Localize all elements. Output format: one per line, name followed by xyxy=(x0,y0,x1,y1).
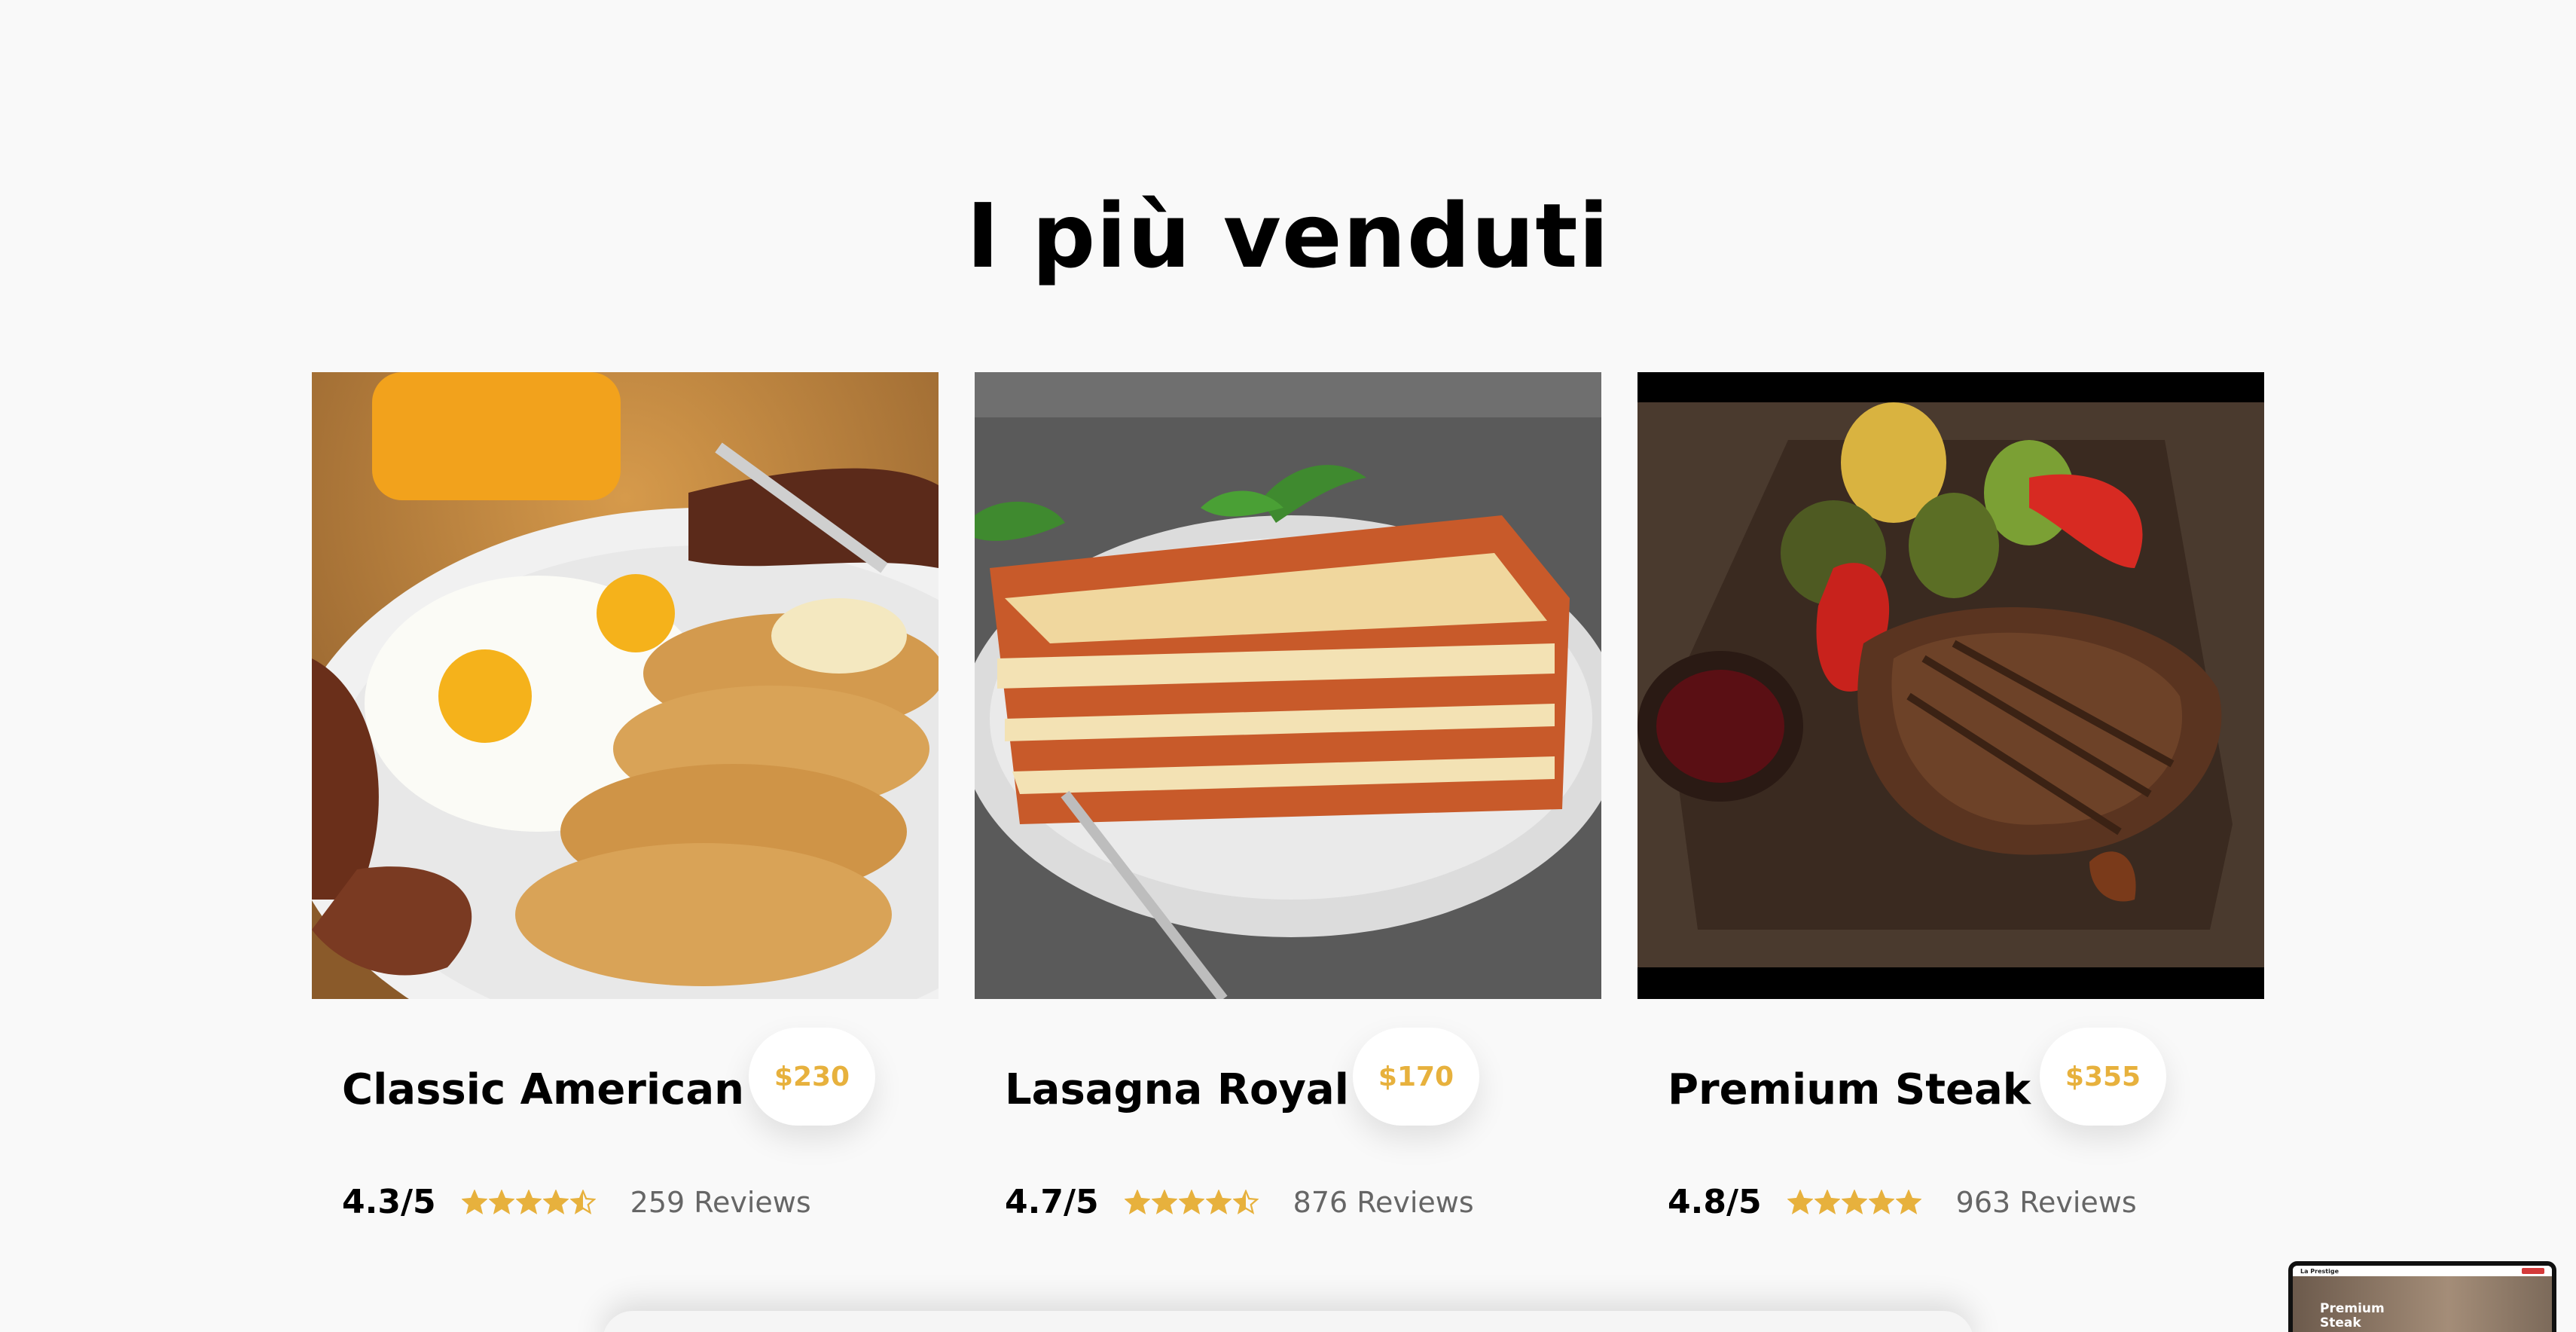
star-icon xyxy=(1787,1189,1813,1214)
half-star-icon xyxy=(569,1189,596,1214)
preview-cta-button xyxy=(2522,1268,2544,1274)
rating-row: 4.3/5 259 Reviews xyxy=(342,1183,811,1221)
preview-hero: Premium Steak xyxy=(2293,1276,2552,1332)
preview-logo: La Prestige xyxy=(2300,1267,2339,1275)
product-card-classic-american[interactable]: Classic American $230 4.3/5 259 Reviews xyxy=(312,372,939,1221)
star-icon xyxy=(1841,1189,1867,1214)
star-icon xyxy=(1895,1189,1921,1214)
product-image[interactable] xyxy=(1637,372,2264,999)
reviews-link[interactable]: 963 Reviews xyxy=(1956,1186,2137,1219)
star-icon xyxy=(542,1189,569,1214)
rating-score: 4.8/5 xyxy=(1668,1183,1762,1221)
star-icon xyxy=(515,1189,542,1214)
reviews-link[interactable]: 259 Reviews xyxy=(630,1186,811,1219)
lasagna-photo xyxy=(975,372,1601,999)
star-icon xyxy=(1124,1189,1150,1214)
star-icon xyxy=(488,1189,514,1214)
page: I più venduti Classic American $230 4.3/… xyxy=(0,0,2576,1332)
next-section-edge xyxy=(603,1311,1973,1332)
product-card-lasagna-royal[interactable]: Lasagna Royal $170 4.7/5 876 Reviews xyxy=(975,372,1601,1221)
star-icon xyxy=(1868,1189,1894,1214)
price-badge: $230 xyxy=(749,1028,875,1126)
price-badge: $355 xyxy=(2040,1028,2166,1126)
breakfast-photo xyxy=(312,372,939,999)
product-name[interactable]: Classic American xyxy=(342,1065,744,1114)
product-name[interactable]: Lasagna Royal xyxy=(1005,1065,1349,1114)
rating-score: 4.3/5 xyxy=(342,1183,436,1221)
price-badge: $170 xyxy=(1353,1028,1479,1126)
rating-row: 4.8/5 963 Reviews xyxy=(1668,1183,2137,1221)
star-rating xyxy=(1787,1189,1923,1215)
star-rating xyxy=(461,1189,597,1215)
rating-score: 4.7/5 xyxy=(1005,1183,1099,1221)
star-icon xyxy=(1814,1189,1840,1214)
star-rating xyxy=(1124,1189,1260,1215)
product-image[interactable] xyxy=(975,372,1601,999)
steak-photo xyxy=(1637,372,2264,999)
reviews-link[interactable]: 876 Reviews xyxy=(1293,1186,1474,1219)
product-image[interactable] xyxy=(312,372,939,999)
star-icon xyxy=(1178,1189,1204,1214)
preview-screen: La Prestige Premium Steak xyxy=(2293,1266,2552,1332)
product-name[interactable]: Premium Steak xyxy=(1668,1065,2031,1114)
preview-navbar: La Prestige xyxy=(2293,1266,2552,1276)
preview-hero-title: Premium Steak xyxy=(2320,1301,2385,1330)
page-preview-thumbnail[interactable]: La Prestige Premium Steak xyxy=(2288,1261,2556,1332)
star-icon xyxy=(461,1189,487,1214)
rating-row: 4.7/5 876 Reviews xyxy=(1005,1183,1474,1221)
section-title: I più venduti xyxy=(966,184,1610,288)
half-star-icon xyxy=(1232,1189,1259,1214)
product-card-premium-steak[interactable]: Premium Steak $355 4.8/5 963 Reviews xyxy=(1637,372,2264,1221)
star-icon xyxy=(1151,1189,1177,1214)
star-icon xyxy=(1205,1189,1232,1214)
